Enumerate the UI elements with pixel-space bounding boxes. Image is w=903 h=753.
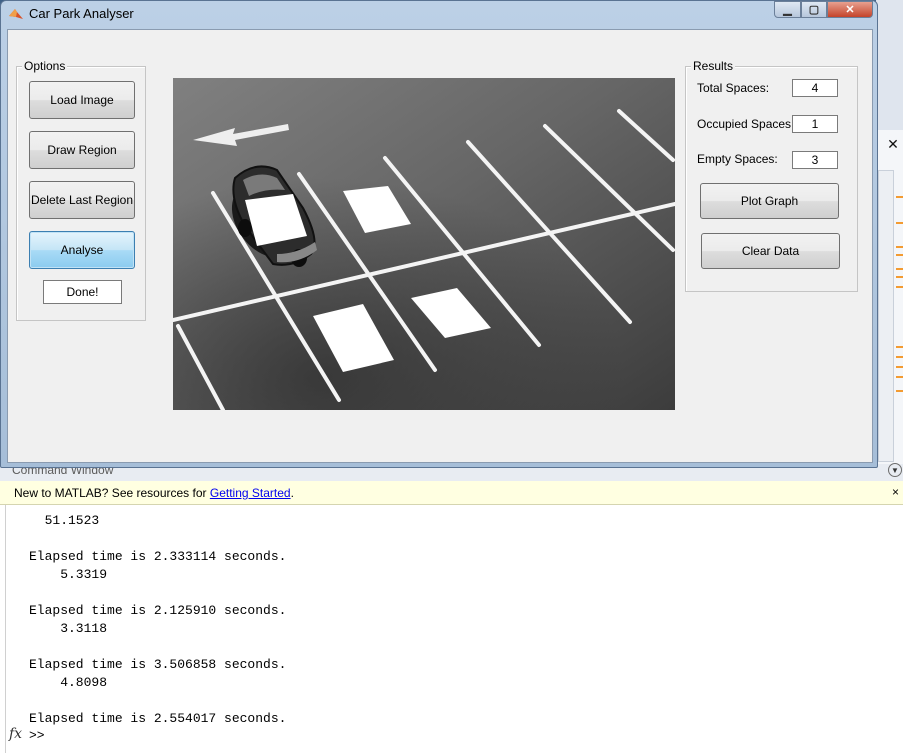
empty-spaces-label: Empty Spaces:	[697, 152, 778, 166]
banner-prefix: New to MATLAB? See resources for	[14, 486, 210, 500]
editor-scrollbar[interactable]	[878, 170, 894, 462]
warning-marker[interactable]	[896, 286, 903, 288]
warning-marker[interactable]	[896, 222, 903, 224]
warning-marker[interactable]	[896, 268, 903, 270]
warning-marker[interactable]	[896, 366, 903, 368]
results-panel: Results Total Spaces: 4 Occupied Spaces:…	[685, 59, 858, 292]
function-browser-icon[interactable]: fx	[9, 726, 22, 742]
banner-suffix: .	[290, 486, 294, 500]
minimize-icon[interactable]: ▁	[774, 1, 801, 18]
banner-close-icon[interactable]: ×	[892, 485, 899, 499]
warning-marker[interactable]	[896, 390, 903, 392]
command-window-actions-icon[interactable]: ▼	[888, 463, 902, 477]
occupied-spaces-value: 1	[792, 115, 838, 133]
command-window-gutter	[5, 505, 6, 753]
title-bar[interactable]: Car Park Analyser ▁ ▢ ✕	[1, 1, 877, 27]
parking-lot-image	[173, 78, 675, 410]
warning-marker[interactable]	[896, 376, 903, 378]
getting-started-link[interactable]: Getting Started	[210, 486, 291, 500]
window-title: Car Park Analyser	[29, 6, 134, 21]
clear-data-button[interactable]: Clear Data	[701, 233, 840, 269]
warning-marker[interactable]	[896, 356, 903, 358]
getting-started-banner: New to MATLAB? See resources for Getting…	[0, 481, 903, 505]
load-image-button[interactable]: Load Image	[29, 81, 135, 119]
warning-marker[interactable]	[896, 346, 903, 348]
banner-text: New to MATLAB? See resources for Getting…	[14, 486, 294, 500]
command-prompt[interactable]: >>	[29, 728, 45, 743]
delete-last-region-button[interactable]: Delete Last Region	[29, 181, 135, 219]
analyse-button[interactable]: Analyse	[29, 231, 135, 269]
panel-close-icon[interactable]: ✕	[884, 136, 902, 152]
draw-region-button[interactable]: Draw Region	[29, 131, 135, 169]
maximize-icon[interactable]: ▢	[801, 1, 827, 18]
empty-spaces-value: 3	[792, 151, 838, 169]
matlab-icon	[9, 9, 23, 19]
warning-marker[interactable]	[896, 196, 903, 198]
total-spaces-value: 4	[792, 79, 838, 97]
warning-marker[interactable]	[896, 246, 903, 248]
options-panel-label: Options	[22, 59, 68, 73]
results-panel-label: Results	[691, 59, 736, 73]
warning-marker[interactable]	[896, 276, 903, 278]
warning-marker[interactable]	[896, 254, 903, 256]
command-output: 51.1523 Elapsed time is 2.333114 seconds…	[29, 513, 287, 726]
window-controls: ▁ ▢ ✕	[774, 1, 873, 19]
options-panel: Options Load Image Draw Region Delete La…	[16, 59, 146, 321]
close-icon[interactable]: ✕	[827, 1, 873, 18]
total-spaces-label: Total Spaces:	[697, 81, 770, 95]
figure-content: Options Load Image Draw Region Delete La…	[7, 29, 873, 463]
plot-graph-button[interactable]: Plot Graph	[700, 183, 839, 219]
done-status-box: Done!	[43, 280, 122, 304]
occupied-spaces-label: Occupied Spaces:	[697, 117, 795, 131]
figure-window: Car Park Analyser ▁ ▢ ✕ Options Load Ima…	[0, 0, 878, 468]
